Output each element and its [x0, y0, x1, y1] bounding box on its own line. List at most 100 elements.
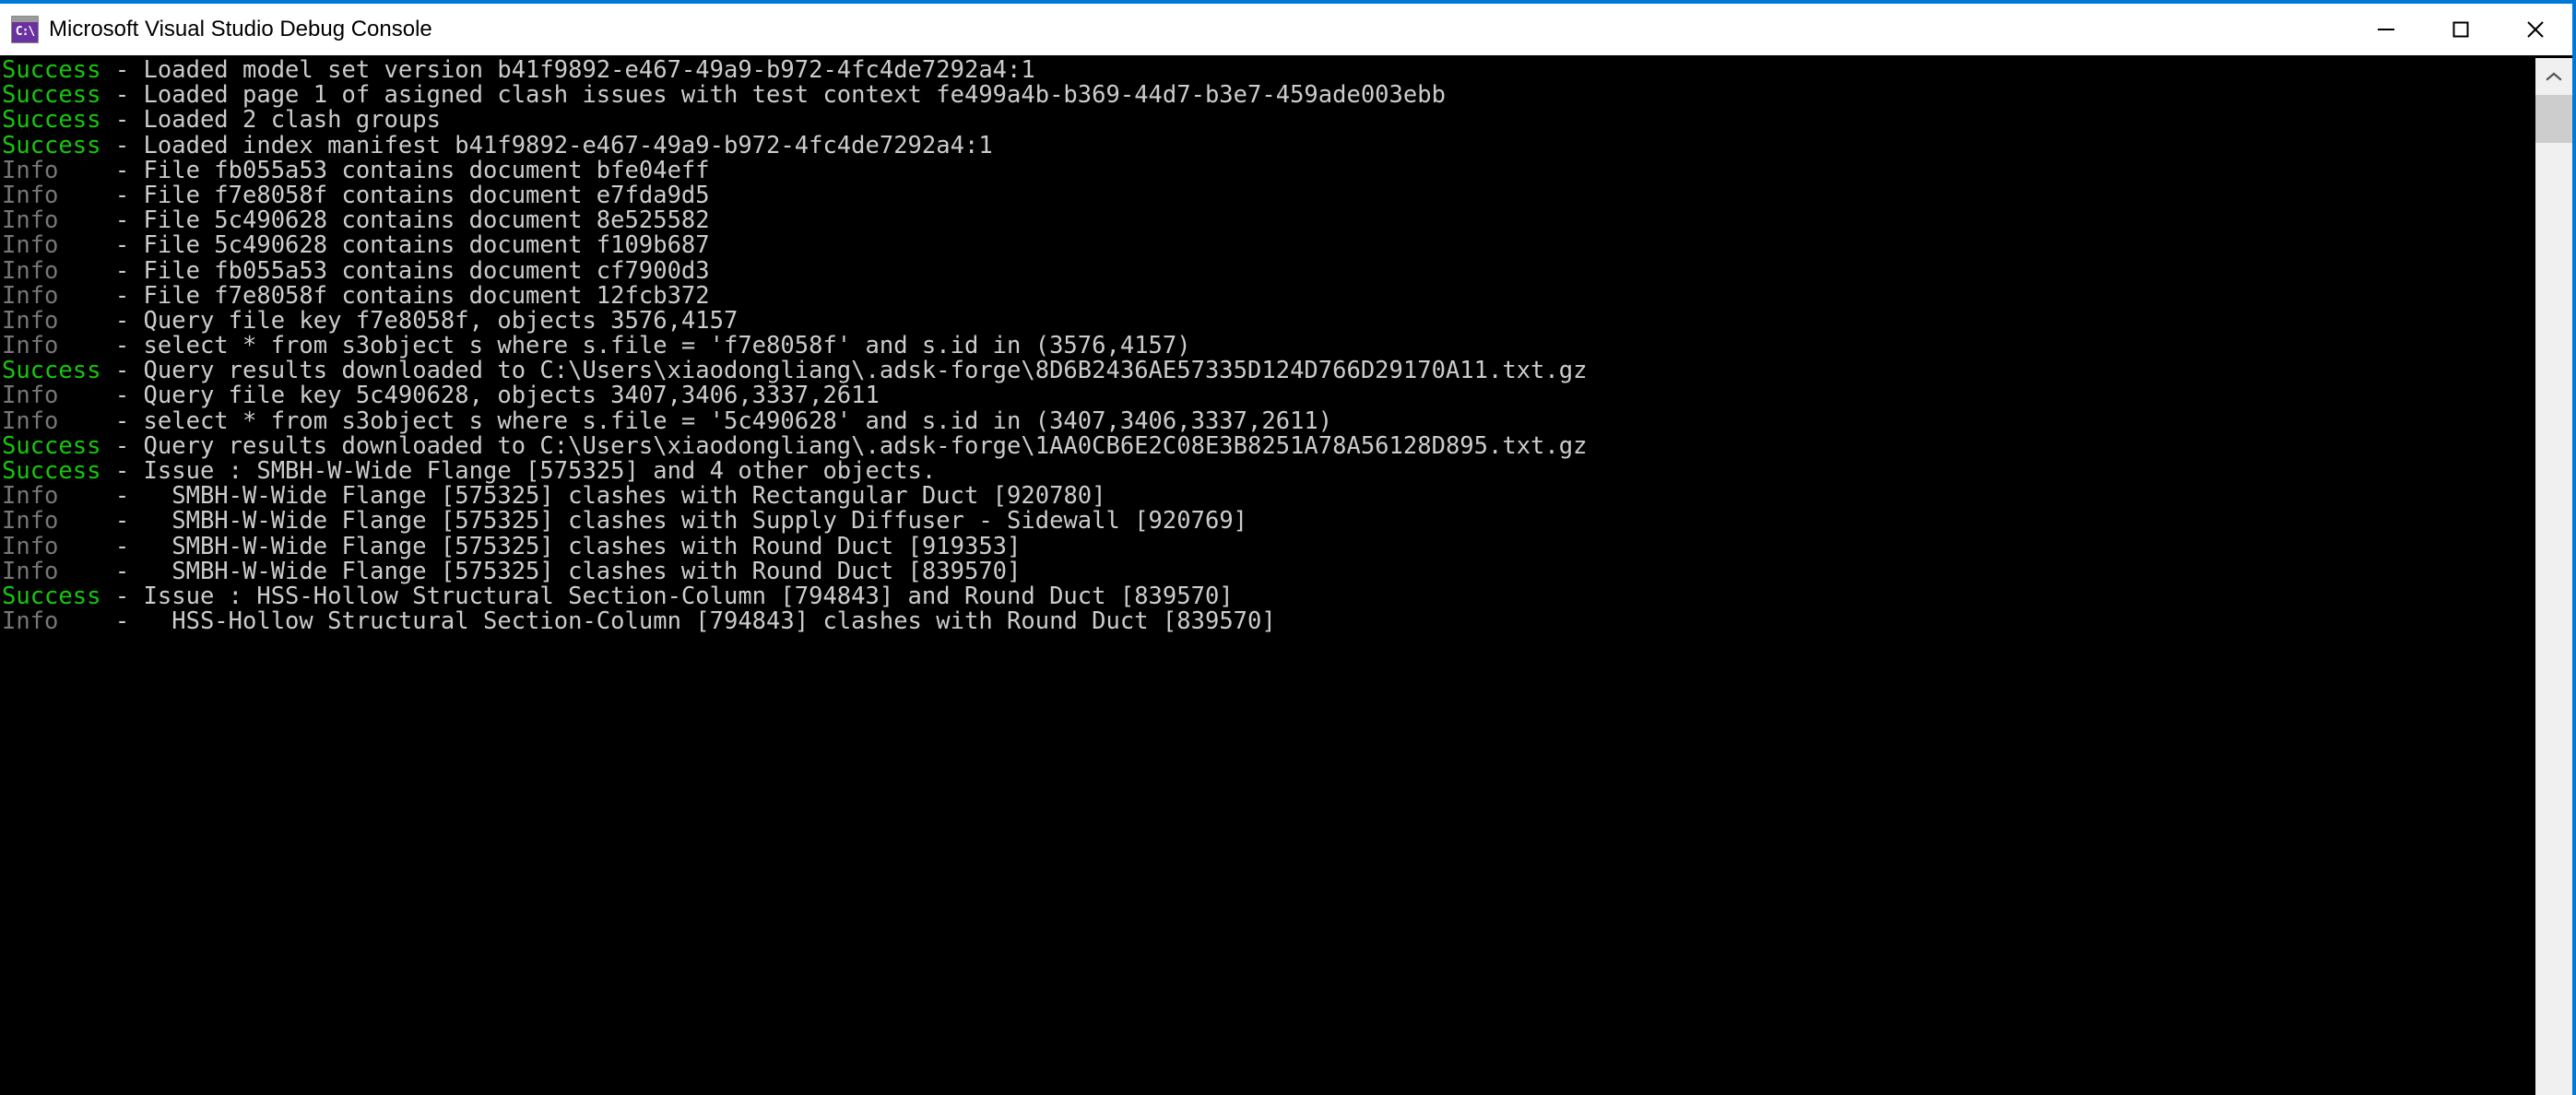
console-line: Info - HSS-Hollow Structural Section-Col…: [2, 609, 2535, 634]
log-level-info: Info: [2, 156, 101, 184]
scroll-up-button[interactable]: [2535, 58, 2572, 95]
log-message: File fb055a53 contains document bfe04eff: [143, 156, 710, 184]
title-bar-left: C:\ Microsoft Visual Studio Debug Consol…: [0, 16, 2348, 43]
log-separator: -: [100, 406, 144, 435]
log-message: SMBH-W-Wide Flange [575325] clashes with…: [157, 482, 1106, 511]
log-separator: -: [100, 382, 144, 410]
log-level-info: Info: [2, 306, 101, 335]
console-line: Info - Query file key 5c490628, objects …: [2, 383, 2535, 408]
log-message: SMBH-W-Wide Flange [575325] clashes with…: [157, 532, 1022, 560]
console-line: Info - File fb055a53 contains document c…: [2, 256, 2535, 285]
log-separator: -: [100, 256, 144, 285]
minimize-button[interactable]: [2348, 4, 2423, 55]
log-level-info: Info: [2, 332, 101, 360]
log-message: SMBH-W-Wide Flange [575325] clashes with…: [157, 557, 1022, 585]
app-icon-glyph: C:\: [15, 25, 35, 39]
console-output[interactable]: Success - Loaded model set version b41f9…: [0, 58, 2535, 1095]
log-message: File 5c490628 contains document 8e525582: [143, 206, 710, 235]
log-message: Loaded page 1 of asigned clash issues wi…: [143, 81, 1446, 110]
log-separator: -: [100, 131, 144, 159]
log-separator: -: [100, 532, 158, 560]
log-separator: -: [100, 431, 144, 460]
log-level-success: Success: [2, 457, 101, 485]
log-separator: -: [100, 582, 144, 610]
log-separator: -: [100, 231, 144, 260]
log-separator: -: [100, 357, 144, 385]
log-message: Query results downloaded to C:\Users\xia…: [143, 357, 1588, 385]
log-level-success: Success: [2, 58, 101, 84]
log-separator: -: [100, 81, 144, 110]
console-line: Info - File f7e8058f contains document e…: [2, 181, 2535, 209]
console-line: Success - Loaded 2 clash groups: [2, 108, 2535, 133]
console-line: Success - Loaded index manifest b41f9892…: [2, 131, 2535, 159]
scrollbar-track[interactable]: [2535, 95, 2572, 1095]
title-bar[interactable]: C:\ Microsoft Visual Studio Debug Consol…: [0, 4, 2572, 58]
log-level-info: Info: [2, 181, 101, 209]
console-line: Success - Query results downloaded to C:…: [2, 359, 2535, 383]
console-window: C:\ Microsoft Visual Studio Debug Consol…: [0, 0, 2576, 1095]
log-level-info: Info: [2, 507, 101, 536]
console-line: Success - Issue : SMBH-W-Wide Flange [57…: [2, 457, 2535, 485]
console-line: Success - Issue : HSS-Hollow Structural …: [2, 582, 2535, 610]
scrollbar-thumb[interactable]: [2535, 95, 2572, 143]
log-message: File 5c490628 contains document f109b687: [143, 231, 710, 260]
log-level-info: Info: [2, 607, 101, 636]
console-line: Info - File 5c490628 contains document 8…: [2, 208, 2535, 233]
log-separator: -: [100, 58, 144, 84]
log-level-success: Success: [2, 106, 101, 135]
log-level-info: Info: [2, 406, 101, 435]
log-separator: -: [100, 557, 158, 585]
log-level-info: Info: [2, 231, 101, 260]
log-level-success: Success: [2, 582, 101, 610]
log-level-success: Success: [2, 81, 101, 110]
log-message: Loaded index manifest b41f9892-e467-49a9…: [143, 131, 993, 159]
log-separator: -: [100, 206, 144, 235]
console-area[interactable]: Success - Loaded model set version b41f9…: [0, 58, 2572, 1095]
console-line: Info - select * from s3object s where s.…: [2, 406, 2535, 435]
log-level-success: Success: [2, 131, 101, 159]
log-message: Query file key f7e8058f, objects 3576,41…: [143, 306, 739, 335]
window-controls: [2348, 4, 2572, 55]
log-separator: -: [100, 281, 144, 310]
console-line: Info - SMBH-W-Wide Flange [575325] clash…: [2, 559, 2535, 584]
log-message: select * from s3object s where s.file = …: [143, 406, 1333, 435]
chevron-up-icon: [2546, 72, 2562, 81]
log-separator: -: [100, 306, 144, 335]
log-separator: -: [100, 181, 144, 209]
log-message: Issue : HSS-Hollow Structural Section-Co…: [143, 582, 1234, 610]
log-message: Query file key 5c490628, objects 3407,34…: [143, 382, 880, 410]
log-message: Loaded model set version b41f9892-e467-4…: [143, 58, 1035, 84]
console-line: Info - SMBH-W-Wide Flange [575325] clash…: [2, 509, 2535, 534]
log-level-info: Info: [2, 532, 101, 560]
console-line: Success - Query results downloaded to C:…: [2, 431, 2535, 460]
log-level-info: Info: [2, 256, 101, 285]
close-button[interactable]: [2498, 4, 2572, 55]
window-title: Microsoft Visual Studio Debug Console: [49, 17, 432, 41]
console-app-icon: C:\: [11, 16, 39, 43]
log-level-success: Success: [2, 357, 101, 385]
log-level-info: Info: [2, 382, 101, 410]
console-line: Success - Loaded model set version b41f9…: [2, 58, 2535, 83]
log-message: SMBH-W-Wide Flange [575325] clashes with…: [157, 507, 1248, 536]
log-message: File f7e8058f contains document e7fda9d5: [143, 181, 710, 209]
log-separator: -: [100, 607, 158, 636]
console-line: Success - Loaded page 1 of asigned clash…: [2, 83, 2535, 108]
console-line: Info - select * from s3object s where s.…: [2, 332, 2535, 360]
log-separator: -: [100, 332, 144, 360]
log-level-success: Success: [2, 431, 101, 460]
console-line: Info - File f7e8058f contains document 1…: [2, 281, 2535, 310]
log-message: HSS-Hollow Structural Section-Column [79…: [157, 607, 1276, 636]
log-level-info: Info: [2, 557, 101, 585]
log-level-info: Info: [2, 482, 101, 511]
maximize-button[interactable]: [2423, 4, 2498, 55]
console-line: Info - SMBH-W-Wide Flange [575325] clash…: [2, 532, 2535, 560]
log-message: File fb055a53 contains document cf7900d3: [143, 256, 710, 285]
log-message: File f7e8058f contains document 12fcb372: [143, 281, 710, 310]
log-level-info: Info: [2, 206, 101, 235]
log-message: Issue : SMBH-W-Wide Flange [575325] and …: [143, 457, 937, 485]
log-level-info: Info: [2, 281, 101, 310]
log-separator: -: [100, 482, 158, 511]
vertical-scrollbar[interactable]: [2535, 58, 2572, 1095]
log-separator: -: [100, 507, 158, 536]
console-line: Info - Query file key f7e8058f, objects …: [2, 306, 2535, 335]
